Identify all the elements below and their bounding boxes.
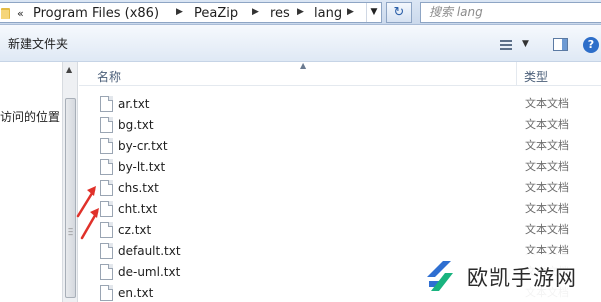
crumb-res[interactable]: res	[270, 6, 290, 21]
text-file-icon	[100, 201, 113, 217]
file-name[interactable]: de-uml.txt	[118, 265, 180, 279]
file-name[interactable]: by-cr.txt	[118, 139, 168, 153]
view-dropdown-icon[interactable]: ▼	[522, 39, 529, 49]
file-row[interactable]: ar.txt 文本文档	[79, 95, 601, 116]
text-file-icon	[100, 96, 113, 112]
crumb-chevron-icon[interactable]: ▶	[252, 7, 259, 17]
file-name[interactable]: chs.txt	[118, 181, 159, 195]
refresh-icon: ↻	[393, 5, 405, 20]
address-dropdown-icon[interactable]: ▼	[366, 3, 381, 22]
watermark-logo	[427, 261, 453, 291]
column-divider[interactable]	[516, 62, 517, 86]
navigation-pane: 访问的位置	[0, 62, 62, 302]
file-type: 文本文档	[525, 223, 569, 236]
file-name[interactable]: cz.txt	[118, 223, 151, 237]
file-row[interactable]: chs.txt 文本文档	[79, 179, 601, 200]
watermark-text: 欧凯手游网	[467, 266, 577, 290]
text-file-icon	[100, 264, 113, 280]
file-type: 文本文档	[525, 160, 569, 173]
search-input[interactable]: 搜索 lang	[420, 2, 601, 23]
back-history-glyph[interactable]: «	[17, 6, 24, 21]
command-toolbar: 新建文件夹 ▼ ?	[0, 25, 601, 62]
refresh-button[interactable]: ↻	[386, 2, 412, 23]
file-name[interactable]: bg.txt	[118, 118, 154, 132]
view-options-icon[interactable]	[500, 40, 512, 50]
address-row: « Program Files (x86) ▶ PeaZip ▶ res ▶ l…	[0, 0, 601, 25]
file-type: 文本文档	[525, 97, 569, 110]
text-file-icon	[100, 222, 113, 238]
scroll-up-icon[interactable]: ▲	[66, 65, 72, 74]
file-type: 文本文档	[525, 181, 569, 194]
file-row[interactable]: by-lt.txt 文本文档	[79, 158, 601, 179]
file-row[interactable]: cz.txt 文本文档	[79, 221, 601, 242]
scroll-thumb[interactable]: ‒ ‒ ‒	[65, 98, 76, 298]
file-type: 文本文档	[525, 139, 569, 152]
column-type-header[interactable]: 类型	[524, 68, 548, 85]
nav-item-recent-places[interactable]: 访问的位置	[0, 110, 60, 124]
file-name[interactable]: by-lt.txt	[118, 160, 165, 174]
watermark: 欧凯手游网	[419, 254, 601, 302]
file-name[interactable]: default.txt	[118, 244, 181, 258]
navigation-scrollbar[interactable]: ▲ ‒ ‒ ‒	[62, 62, 78, 302]
folder-icon	[1, 6, 10, 19]
sort-ascending-icon: ▲	[300, 61, 307, 70]
new-folder-button[interactable]: 新建文件夹	[8, 37, 68, 51]
crumb-lang[interactable]: lang	[314, 6, 342, 21]
column-name-header[interactable]: 名称	[97, 68, 121, 85]
text-file-icon	[100, 159, 113, 175]
column-header: ▲ 名称 类型	[79, 61, 601, 86]
preview-pane-icon[interactable]	[553, 38, 568, 51]
crumb-peazip[interactable]: PeaZip	[194, 6, 238, 21]
text-file-icon	[100, 243, 113, 259]
crumb-chevron-icon[interactable]: ▶	[347, 7, 354, 17]
crumb-chevron-icon[interactable]: ▶	[176, 7, 183, 17]
file-row[interactable]: by-cr.txt 文本文档	[79, 137, 601, 158]
crumb-chevron-icon[interactable]: ▶	[297, 7, 304, 17]
file-type: 文本文档	[525, 202, 569, 215]
help-icon[interactable]: ?	[583, 37, 599, 53]
text-file-icon	[100, 285, 113, 301]
file-row[interactable]: bg.txt 文本文档	[79, 116, 601, 137]
crumb-program-files[interactable]: Program Files (x86)	[33, 6, 159, 21]
file-type: 文本文档	[525, 118, 569, 131]
address-bar[interactable]: « Program Files (x86) ▶ PeaZip ▶ res ▶ l…	[0, 2, 382, 23]
file-row[interactable]: cht.txt 文本文档	[79, 200, 601, 221]
file-name[interactable]: ar.txt	[118, 97, 150, 111]
text-file-icon	[100, 138, 113, 154]
text-file-icon	[100, 117, 113, 133]
text-file-icon	[100, 180, 113, 196]
file-name[interactable]: cht.txt	[118, 202, 157, 216]
grip-icon: ‒ ‒ ‒	[68, 224, 74, 239]
file-name[interactable]: en.txt	[118, 286, 153, 300]
